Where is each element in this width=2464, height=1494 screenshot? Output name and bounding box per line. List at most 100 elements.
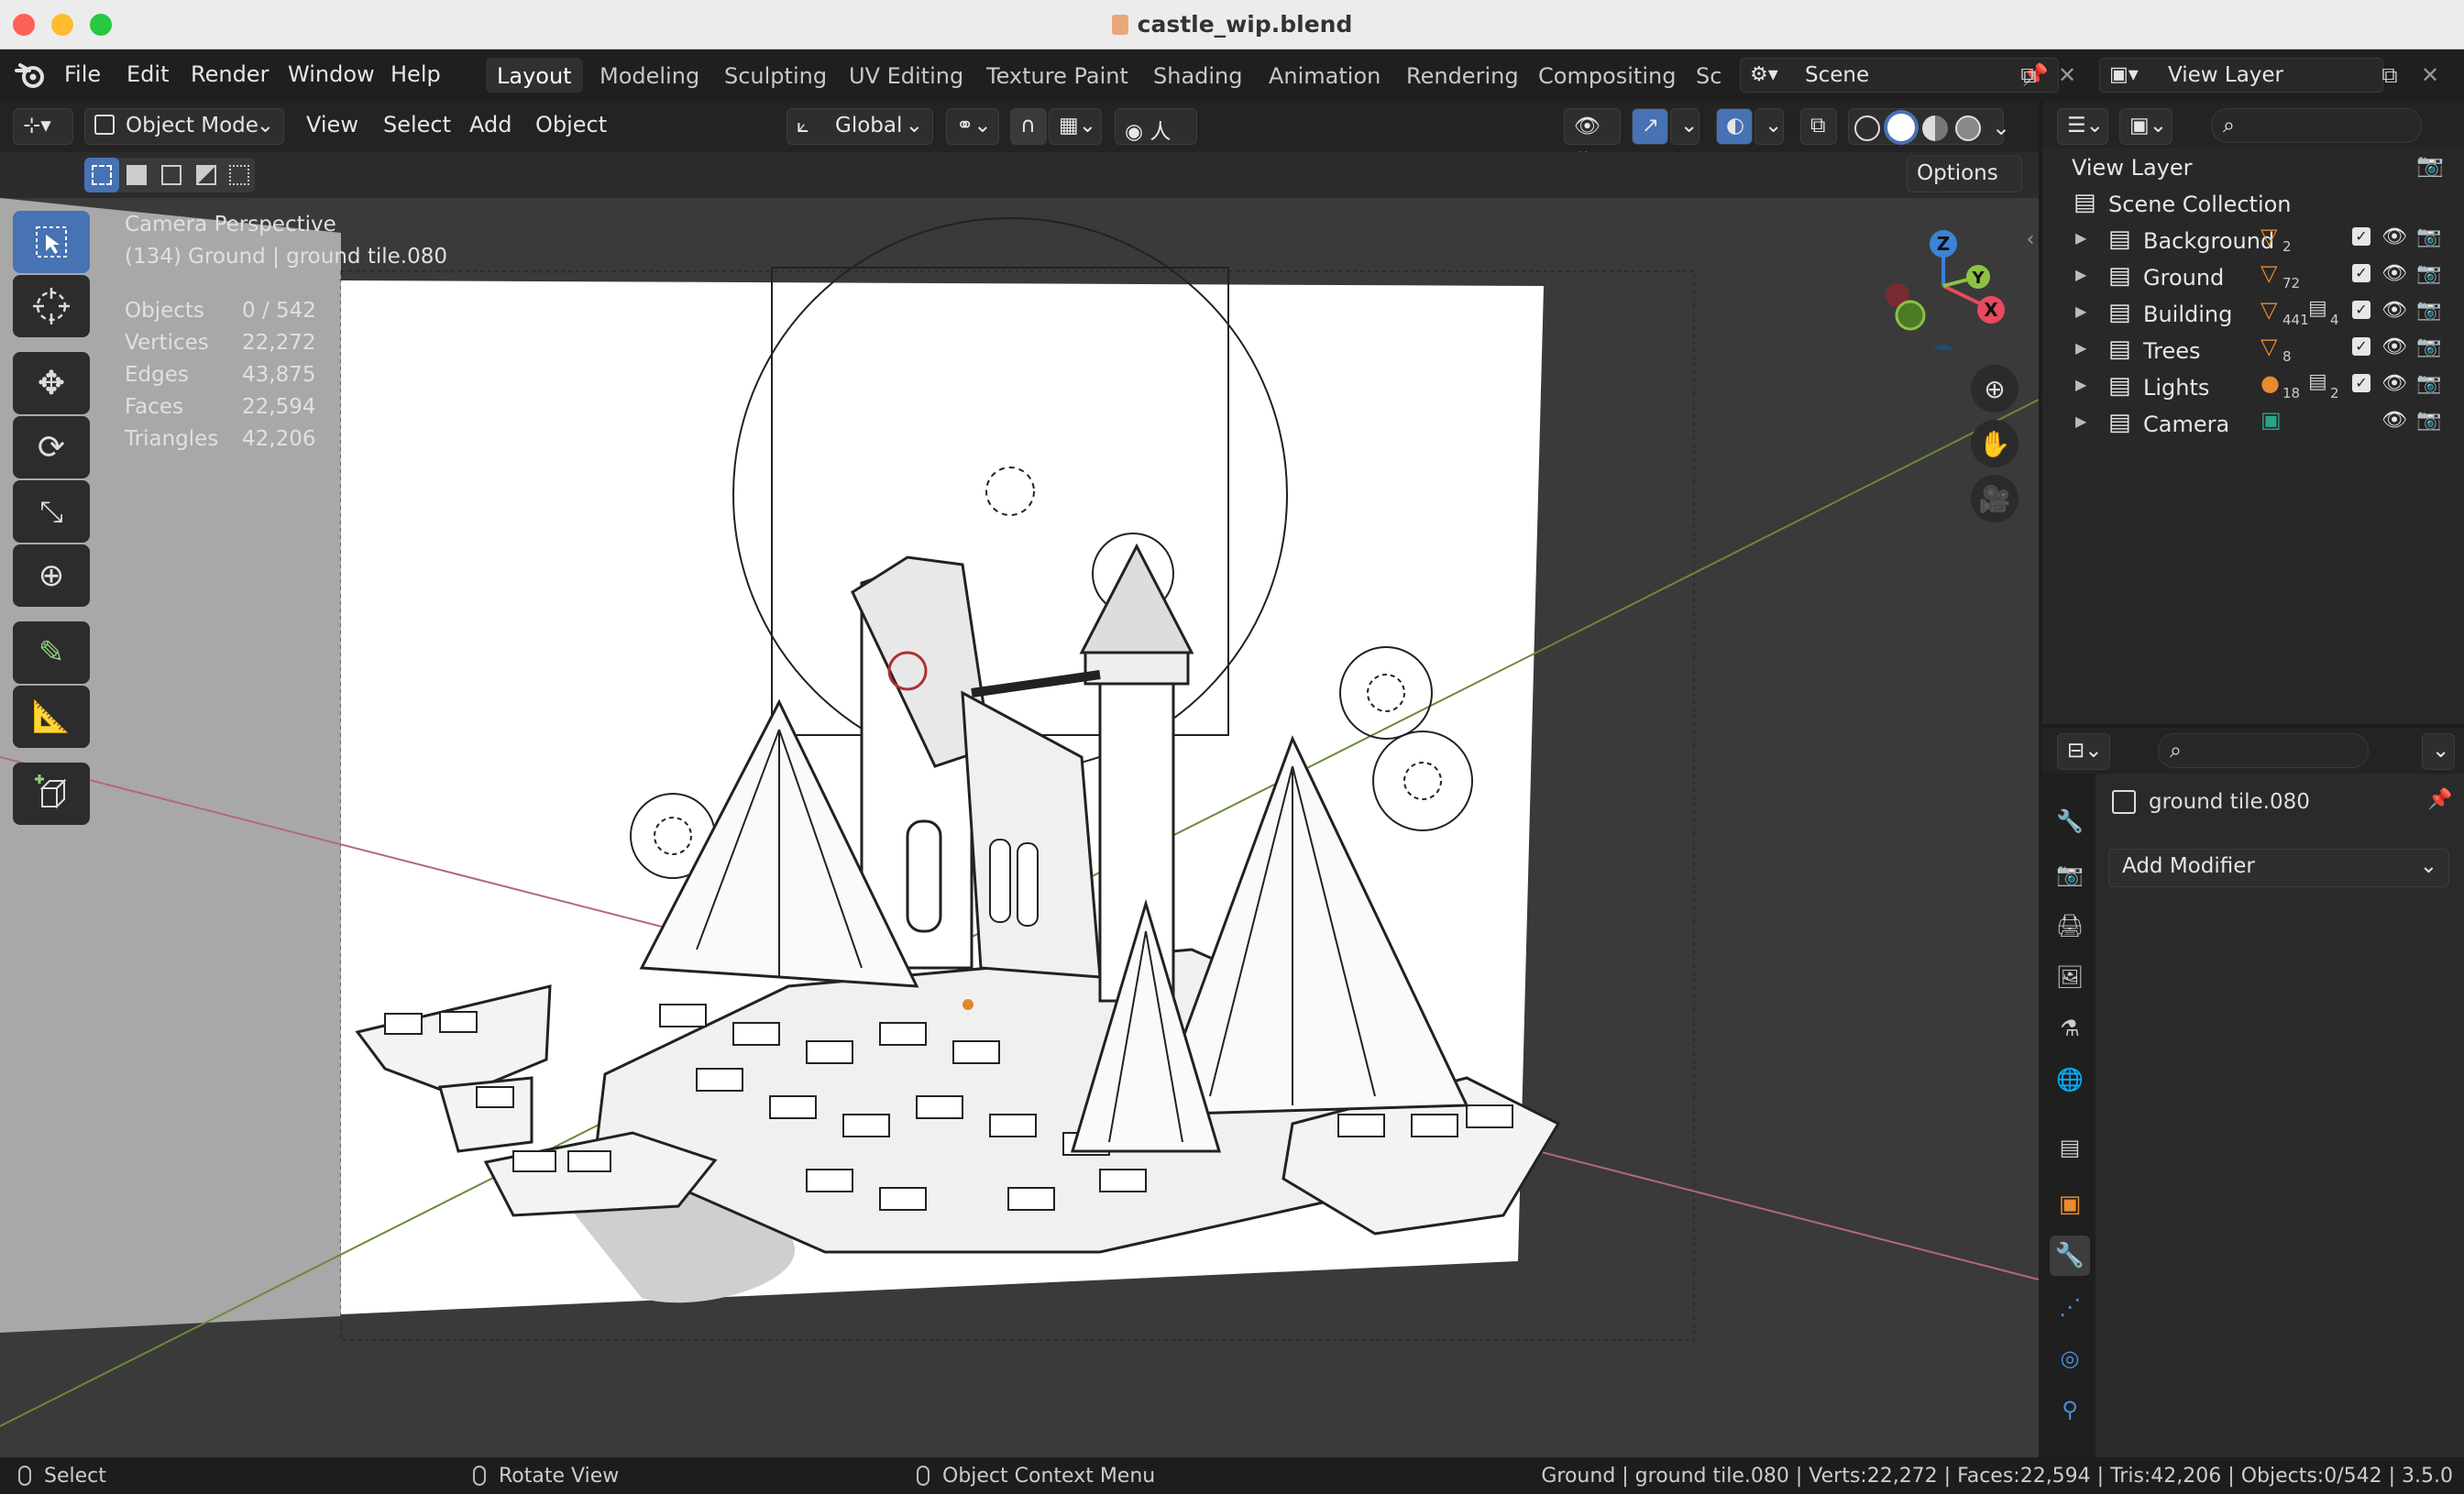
xray-toggle[interactable]: ⧉ [1800, 108, 1837, 145]
outliner-row-view-layer[interactable]: View Layer 📷 [2042, 148, 2464, 185]
select-extend-icon[interactable] [119, 158, 154, 192]
eye-icon[interactable]: 👁 [2382, 225, 2407, 248]
outliner-search-input[interactable]: ⌕ [2211, 108, 2422, 143]
outliner-row-lights[interactable]: ▶ ▤ Lights ● 18 ▤ 2 ✓ 👁 📷 [2042, 368, 2464, 405]
tab-world[interactable]: 🌐 [2050, 1060, 2090, 1100]
tab-constraints[interactable]: ⚲ [2050, 1390, 2090, 1430]
outliner-row-camera[interactable]: ▶ ▤ Camera ▣ 👁 📷 [2042, 405, 2464, 442]
outliner-row-trees[interactable]: ▶ ▤ Trees ▽ 8 ✓ 👁 📷 [2042, 332, 2464, 368]
tab-modifiers[interactable]: 🔧 [2050, 1236, 2090, 1276]
new-scene-icon[interactable]: ⧉ [2013, 60, 2044, 91]
tab-texture-paint[interactable]: Texture Paint [975, 58, 1139, 93]
tab-tool[interactable]: 🔧 [2050, 801, 2090, 841]
outliner-editor-type[interactable]: ☰⌄ [2057, 108, 2108, 145]
eye-icon[interactable]: 👁 [2382, 262, 2407, 285]
tab-sculpting[interactable]: Sculpting [713, 58, 838, 93]
menu-window[interactable]: Window [288, 61, 375, 87]
expand-arrow-icon[interactable]: ▶ [2075, 339, 2086, 357]
exclude-checkbox[interactable]: ✓ [2352, 337, 2370, 356]
tab-scene[interactable]: ⚗ [2050, 1008, 2090, 1049]
expand-arrow-icon[interactable]: ▶ [2075, 266, 2086, 283]
select-subtract-icon[interactable] [154, 158, 189, 192]
select-invert-icon[interactable] [189, 158, 224, 192]
exclude-checkbox[interactable]: ✓ [2352, 227, 2370, 246]
tab-rendering[interactable]: Rendering [1395, 58, 1530, 93]
shading-dropdown-chevron-icon[interactable]: ⌄ [1986, 112, 2017, 143]
pivot-point-button[interactable]: ⚭⌄ [946, 108, 999, 145]
tab-modeling[interactable]: Modeling [588, 58, 710, 93]
select-new-icon[interactable] [84, 158, 119, 192]
tab-physics[interactable]: ◎ [2050, 1338, 2090, 1379]
camera-render-icon[interactable]: 📷 [2416, 262, 2441, 285]
tab-collection[interactable]: ▤ [2050, 1127, 2090, 1168]
menu-edit[interactable]: Edit [126, 61, 169, 87]
properties-editor-type[interactable]: ⊟⌄ [2057, 733, 2110, 770]
pan-view-button[interactable]: ✋ [1971, 420, 2018, 467]
3d-viewport[interactable]: ✥ ⟳ ⤡ ⊕ ✎ 📐 Camera Perspective (134) Gro… [0, 198, 2039, 1457]
overlays-toggle[interactable]: ◐ [1716, 108, 1753, 145]
tab-animation[interactable]: Animation [1258, 58, 1392, 93]
tab-layout[interactable]: Layout [486, 58, 583, 93]
tab-render[interactable]: 📷 [2050, 854, 2090, 895]
menu-add[interactable]: Add [469, 112, 512, 137]
menu-select[interactable]: Select [383, 112, 451, 137]
rotate-tool[interactable]: ⟳ [13, 416, 90, 478]
camera-render-icon[interactable]: 📷 [2416, 335, 2441, 358]
properties-options-dropdown[interactable]: ⌄ [2422, 733, 2455, 770]
camera-render-icon[interactable]: 📷 [2416, 225, 2441, 248]
material-shading-icon[interactable] [1922, 115, 1948, 141]
exclude-checkbox[interactable]: ✓ [2352, 374, 2370, 392]
camera-render-icon[interactable]: 📷 [2416, 152, 2444, 178]
menu-view[interactable]: View [306, 112, 358, 137]
outliner-row-scene-collection[interactable]: ▤ Scene Collection [2042, 185, 2464, 222]
snap-target-button[interactable]: ▦⌄ [1049, 108, 1102, 145]
gizmo-toggle[interactable]: ↗ [1632, 108, 1668, 145]
transform-orientation-selector[interactable]: ⟀ Global ⌄ [786, 108, 933, 145]
expand-arrow-icon[interactable]: ▶ [2075, 302, 2086, 320]
eye-icon[interactable]: 👁 [2382, 299, 2407, 322]
menu-help[interactable]: Help [390, 61, 441, 87]
tab-uv-editing[interactable]: UV Editing [838, 58, 974, 93]
select-intersect-icon[interactable] [224, 158, 255, 192]
tab-object[interactable]: ▣ [2050, 1184, 2090, 1225]
view-layer-selector[interactable]: ▣▾ View Layer [2099, 58, 2383, 93]
tab-scripting[interactable]: Sc [1685, 58, 1732, 93]
annotate-tool[interactable]: ✎ [13, 621, 90, 684]
mode-selector[interactable]: Object Mode ⌄ [84, 108, 284, 145]
editor-type-button[interactable]: ⊹▾ [13, 108, 73, 145]
properties-search-input[interactable]: ⌕ [2158, 733, 2369, 768]
mesh-data-icon[interactable]: ▽ [2260, 334, 2277, 359]
cursor-tool[interactable] [13, 275, 90, 337]
display-mode-button[interactable]: ▣⌄ [2119, 108, 2172, 145]
mesh-data-icon[interactable]: ▽ [2260, 224, 2277, 249]
overlays-dropdown[interactable]: ⌄ [1754, 108, 1784, 145]
camera-view-button[interactable]: 🎥 [1971, 475, 2018, 522]
delete-view-layer-icon[interactable]: ✕ [2414, 60, 2446, 91]
proportional-edit-button[interactable]: ◉ 人⌄ [1115, 108, 1197, 169]
expand-arrow-icon[interactable]: ▶ [2075, 229, 2086, 247]
sidebar-toggle-chevron-icon[interactable]: ‹ [2015, 224, 2039, 255]
rendered-shading-icon[interactable] [1955, 115, 1981, 141]
camera-render-icon[interactable]: 📷 [2416, 299, 2441, 322]
outliner-row-building[interactable]: ▶ ▤ Building ▽ 441 ▤ 4 ✓ 👁 📷 [2042, 295, 2464, 332]
eye-icon[interactable]: 👁 [2382, 372, 2407, 395]
add-modifier-dropdown[interactable]: Add Modifier ⌄ [2108, 849, 2449, 887]
outliner-row-ground[interactable]: ▶ ▤ Ground ▽ 72 ✓ 👁 📷 [2042, 258, 2464, 295]
camera-render-icon[interactable]: 📷 [2416, 409, 2441, 432]
tab-compositing[interactable]: Compositing [1527, 58, 1687, 93]
gizmo-dropdown[interactable]: ⌄ [1670, 108, 1700, 145]
tab-output[interactable]: 🖨 [2050, 906, 2090, 946]
exclude-checkbox[interactable]: ✓ [2352, 301, 2370, 319]
scale-tool[interactable]: ⤡ [13, 480, 90, 543]
camera-render-icon[interactable]: 📷 [2416, 372, 2441, 395]
tab-view-layer[interactable]: 🖼 [2050, 957, 2090, 997]
light-data-icon[interactable]: ● [2260, 370, 2280, 396]
new-view-layer-icon[interactable]: ⧉ [2374, 60, 2405, 91]
delete-scene-icon[interactable]: ✕ [2052, 60, 2083, 91]
wireframe-shading-icon[interactable] [1854, 115, 1880, 141]
eye-icon[interactable]: 👁 [2382, 335, 2407, 358]
menu-file[interactable]: File [64, 61, 101, 87]
solid-shading-icon[interactable] [1887, 114, 1915, 141]
snap-toggle[interactable]: ∩ [1010, 108, 1047, 145]
tab-particles[interactable]: ⋰ [2050, 1287, 2090, 1327]
